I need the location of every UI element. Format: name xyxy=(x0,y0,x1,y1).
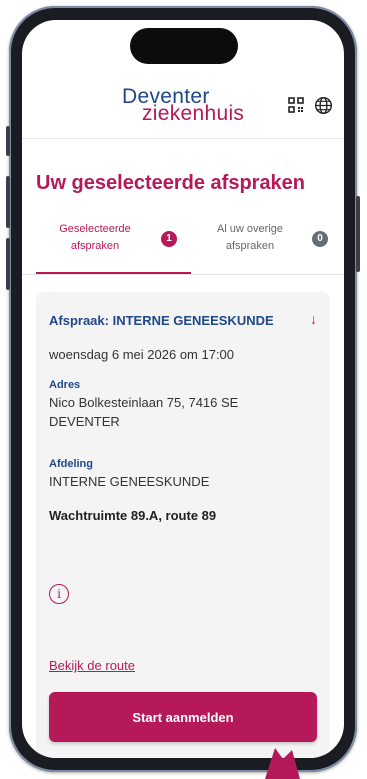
appointment-tabs: Geselecteerde afspraken 1 Al uw overige … xyxy=(22,212,344,275)
side-button xyxy=(6,126,10,156)
tab-label: Al uw overige afspraken xyxy=(216,223,284,252)
phone-frame: Deventer ziekenhuis Uw geselecteerde afs… xyxy=(6,6,360,772)
tab-selected-appointments[interactable]: Geselecteerde afspraken 1 xyxy=(36,212,191,274)
start-check-in-button[interactable]: Start aanmelden xyxy=(49,692,317,742)
cursor-icon xyxy=(265,748,300,779)
logo-text-ziekenhuis: ziekenhuis xyxy=(142,102,245,125)
tab-label: Geselecteerde afspraken xyxy=(59,223,131,252)
volume-button xyxy=(6,176,10,228)
count-badge: 0 xyxy=(312,231,328,247)
info-icon[interactable]: i xyxy=(49,584,69,604)
app-header: Deventer ziekenhuis xyxy=(22,76,344,139)
view-route-link[interactable]: Bekijk de route xyxy=(49,658,135,673)
waiting-room: Wachtruimte 89.A, route 89 xyxy=(49,508,217,523)
phone-screen: Deventer ziekenhuis Uw geselecteerde afs… xyxy=(22,20,344,758)
appointment-title[interactable]: Afspraak: INTERNE GENEESKUNDE xyxy=(49,313,274,328)
volume-button xyxy=(6,238,10,290)
address-label: Adres xyxy=(49,379,81,391)
arrow-down-icon[interactable]: ↓ xyxy=(310,311,317,327)
globe-icon[interactable] xyxy=(314,96,333,120)
address-line-2: DEVENTER xyxy=(49,414,120,429)
hospital-logo[interactable]: Deventer ziekenhuis xyxy=(122,86,244,124)
qr-code-icon[interactable] xyxy=(288,97,304,118)
page-title: Uw geselecteerde afspraken xyxy=(36,172,306,194)
count-badge: 1 xyxy=(161,231,177,247)
address-line-1: Nico Bolkesteinlaan 75, 7416 SE xyxy=(49,395,239,410)
tab-other-appointments[interactable]: Al uw overige afspraken 0 xyxy=(191,212,344,274)
camera-notch xyxy=(130,28,238,64)
department-value: INTERNE GENEESKUNDE xyxy=(49,474,210,489)
power-button xyxy=(356,196,360,272)
appointment-datetime: woensdag 6 mei 2026 om 17:00 xyxy=(49,347,235,362)
appointment-card: Afspraak: INTERNE GENEESKUNDE ↓ woensdag… xyxy=(36,292,330,758)
department-label: Afdeling xyxy=(49,458,93,470)
